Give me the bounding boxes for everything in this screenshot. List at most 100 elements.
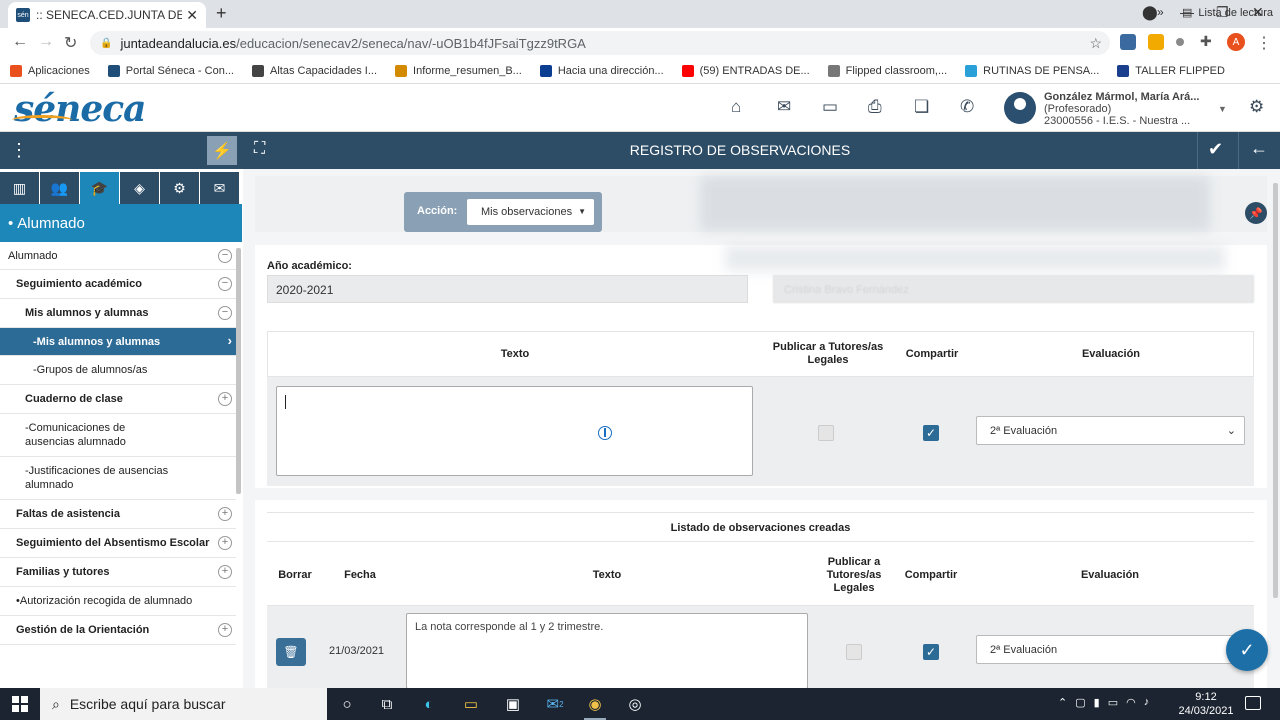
bookmark-item[interactable]: Flipped classroom,... <box>827 64 947 77</box>
collapse-icon[interactable]: − <box>218 277 232 291</box>
gear-icon[interactable]: ⚙ <box>1249 97 1264 117</box>
observation-text-input[interactable] <box>276 386 753 476</box>
expand-icon[interactable]: + <box>218 392 232 406</box>
new-tab-icon[interactable]: + <box>216 3 227 24</box>
battery-icon[interactable]: ▭ <box>1108 696 1118 709</box>
chevron-up-icon[interactable]: ⌃ <box>1058 696 1067 709</box>
profile-avatar[interactable]: A <box>1227 33 1245 51</box>
home-icon[interactable]: ⌂ <box>731 97 741 117</box>
documents-icon[interactable]: ❏ <box>914 97 929 117</box>
network-icon[interactable]: ▢ <box>1075 696 1085 709</box>
save-check-fab[interactable]: ✓ <box>1226 629 1268 671</box>
collapse-icon[interactable]: − <box>218 306 232 320</box>
sidebar-item[interactable]: Mis alumnos y alumnas − <box>0 299 236 328</box>
taskbar-search-input[interactable]: ⌕ Escribe aquí para buscar <box>40 688 327 720</box>
sidebar-item[interactable]: -Justificaciones de ausencias alumnado <box>0 457 236 500</box>
bookmark-item[interactable]: Aplicaciones <box>10 64 90 77</box>
expand-icon[interactable]: + <box>218 536 232 550</box>
chevron-down-icon: ⌄ <box>1226 425 1236 437</box>
windows-taskbar: ⌕ Escribe aquí para buscar ○ ⧉ ◐ ▭ ▣ ✉ 2 … <box>0 688 1280 720</box>
sidebar-item[interactable]: -Mis alumnos y alumnas › <box>0 328 236 356</box>
close-tab-icon[interactable]: ✕ <box>186 7 198 24</box>
cortana-circle-icon[interactable]: ○ <box>336 694 358 714</box>
building-icon[interactable]: ▥ <box>0 172 40 204</box>
sidebar-item[interactable]: Gestión de la Orientación + <box>0 616 236 645</box>
extensions-puzzle-icon[interactable]: ✚ <box>1200 33 1212 50</box>
print-icon[interactable]: ⎙ <box>868 97 882 117</box>
chrome-menu-icon[interactable]: ⋮ <box>1256 33 1272 53</box>
user-menu[interactable]: González Mármol, María Ará... (Profesora… <box>1002 90 1230 128</box>
folder-icon[interactable]: ▭ <box>822 97 838 117</box>
delete-button[interactable]: 🗑 <box>276 638 306 666</box>
map-icon[interactable]: ◈ <box>120 172 160 204</box>
mail-app-icon[interactable]: ✉ 2 <box>544 694 566 714</box>
sidebar-item[interactable]: Faltas de asistencia + <box>0 500 236 529</box>
bookmark-item[interactable]: Altas Capacidades I... <box>252 64 377 77</box>
sidebar-item[interactable]: •Autorización recogida de alumnado <box>0 587 236 616</box>
expand-icon[interactable]: + <box>218 623 232 637</box>
bookmark-item[interactable]: RUTINAS DE PENSA... <box>965 64 1099 77</box>
mail-open-icon[interactable]: ✉ <box>777 97 791 117</box>
sidebar-item[interactable]: Familias y tutores + <box>0 558 236 587</box>
compartir-checkbox[interactable]: ✓ <box>923 425 939 441</box>
extension-grid-icon[interactable] <box>1148 34 1164 50</box>
sidebar-scrollbar[interactable] <box>236 248 241 494</box>
confirm-check-icon[interactable]: ✔ <box>1208 139 1223 160</box>
graduation-cap-icon[interactable]: 🎓 <box>80 172 120 204</box>
store-icon[interactable]: ▣ <box>502 694 524 714</box>
row-texto[interactable]: La nota corresponde al 1 y 2 trimestre. <box>406 613 808 688</box>
forward-arrow-icon[interactable]: → <box>38 33 54 51</box>
clock[interactable]: 9:12 24/03/2021 <box>1178 690 1234 718</box>
pin-icon[interactable]: 📌 <box>1245 202 1267 224</box>
fullscreen-icon[interactable]: ⛶ <box>254 140 265 158</box>
bookmark-item[interactable]: Hacia una dirección... <box>539 64 664 77</box>
bookmark-item[interactable]: TALLER FLIPPED <box>1117 64 1225 77</box>
extension-dot-icon[interactable] <box>1176 38 1184 46</box>
evaluacion-select[interactable]: 2ª Evaluación ⌄ <box>976 416 1245 445</box>
reading-list-button[interactable]: ▤ Lista de lectura <box>1182 6 1273 20</box>
profile-menu-icon[interactable]: ⬤ <box>1142 4 1158 21</box>
expand-icon[interactable]: + <box>218 507 232 521</box>
cogs-icon[interactable]: ⚙ <box>160 172 200 204</box>
lightning-icon[interactable]: ⚡ <box>207 136 237 165</box>
row-evaluacion-select[interactable]: 2ª Evaluación <box>976 635 1236 664</box>
kebab-menu-icon[interactable]: ⋮ <box>10 140 28 161</box>
sidebar-item[interactable]: Seguimiento académico − <box>0 270 236 299</box>
file-explorer-icon[interactable]: ▭ <box>460 694 482 714</box>
sidebar-item[interactable]: -Grupos de alumnos/as <box>0 356 236 385</box>
recorder-icon[interactable]: ◎ <box>624 694 646 714</box>
back-arrow-icon[interactable]: ← <box>1250 138 1268 159</box>
sidebar-item[interactable]: Cuaderno de clase + <box>0 385 236 414</box>
url-input[interactable]: 🔒 juntadeandalucia.es/educacion/senecav2… <box>90 31 1110 55</box>
task-view-icon[interactable]: ⧉ <box>376 694 398 714</box>
sidebar-item[interactable]: -Comunicaciones de ausencias alumnado <box>0 414 236 457</box>
bookmark-star-icon[interactable]: ☆ <box>1089 35 1102 52</box>
notifications-icon[interactable] <box>1245 696 1261 710</box>
microphone-icon[interactable]: ▮ <box>1094 696 1100 709</box>
envelope-icon[interactable]: ✉ <box>200 172 240 204</box>
volume-icon[interactable]: ♪ <box>1144 696 1150 709</box>
bookmark-item[interactable]: Informe_resumen_B... <box>395 64 522 77</box>
row-compartir-checkbox[interactable]: ✓ <box>923 644 939 660</box>
action-select[interactable]: Mis observaciones ▼ <box>467 199 594 225</box>
wifi-icon[interactable]: ◠ <box>1126 696 1136 709</box>
back-arrow-icon[interactable]: ← <box>12 33 28 51</box>
reload-icon[interactable]: ↻ <box>64 33 77 53</box>
bookmark-item[interactable]: (59) ENTRADAS DE... <box>681 64 810 77</box>
row-publicar-checkbox[interactable] <box>846 644 862 660</box>
collapse-icon[interactable]: − <box>218 248 232 263</box>
sidebar-item[interactable]: Alumnado − <box>0 242 236 270</box>
phone-icon[interactable]: ✆ <box>960 97 974 117</box>
sidebar-item[interactable]: Seguimiento del Absentismo Escolar + <box>0 529 236 558</box>
browser-tab[interactable]: sén :: SENECA.CED.JUNTA DE ANDALUCÍA ✕ <box>8 2 206 28</box>
users-icon[interactable]: 👥 <box>40 172 80 204</box>
chrome-icon[interactable]: ◉ <box>584 694 606 720</box>
windows-start-icon[interactable] <box>12 696 28 712</box>
main-scrollbar[interactable] <box>1273 183 1278 598</box>
bookmarks-overflow-icon[interactable]: » <box>1157 5 1164 19</box>
bookmark-item[interactable]: Portal Séneca - Con... <box>107 64 234 77</box>
edge-icon[interactable]: ◐ <box>418 694 440 714</box>
publicar-checkbox[interactable] <box>818 425 834 441</box>
extension-s-icon[interactable] <box>1120 34 1136 50</box>
expand-icon[interactable]: + <box>218 565 232 579</box>
